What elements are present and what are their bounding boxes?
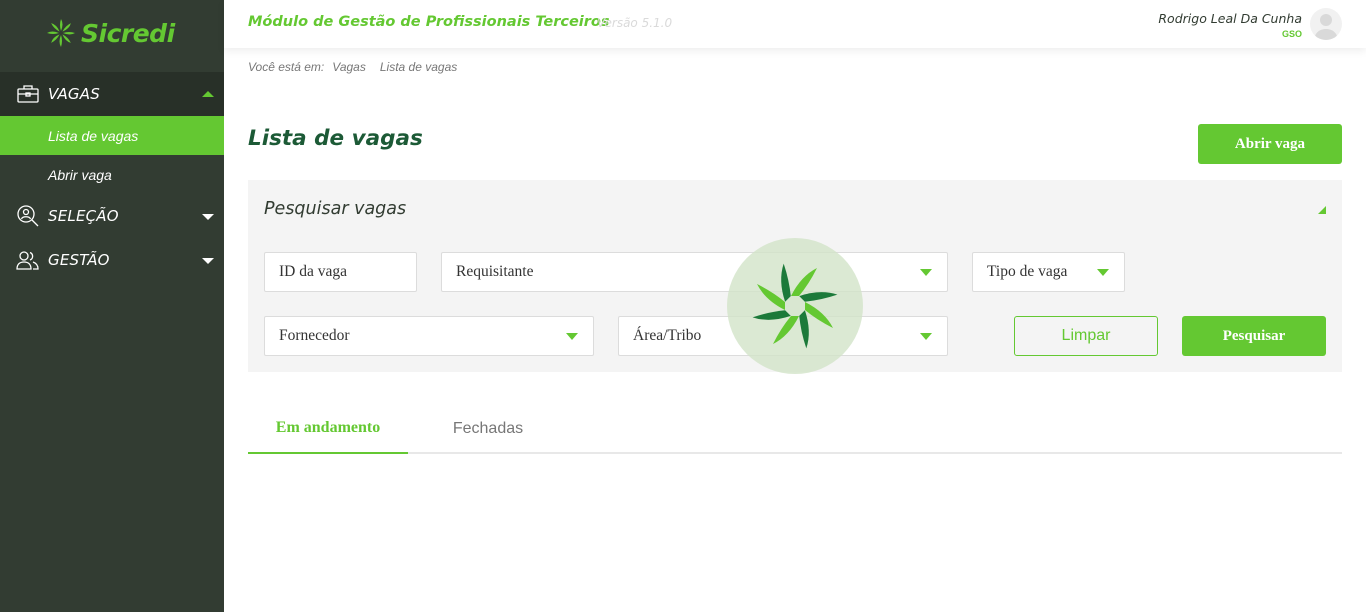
area-tribo-placeholder: Área/Tribo: [633, 327, 702, 344]
page-title: Lista de vagas: [248, 126, 423, 151]
requisitante-select[interactable]: Requisitante: [441, 252, 948, 292]
sidebar-section-selecao[interactable]: SELEÇÃO: [0, 194, 224, 238]
sidebar-item-label: Lista de vagas: [48, 127, 139, 144]
status-tabs: Em andamento Fechadas: [248, 404, 1342, 454]
chevron-down-icon: [202, 258, 214, 264]
fornecedor-placeholder: Fornecedor: [279, 327, 350, 344]
users-icon: [16, 251, 39, 270]
brand-logo[interactable]: Sicredi: [46, 18, 175, 48]
app-title: Módulo de Gestão de Profissionais Tercei…: [248, 14, 610, 30]
limpar-button[interactable]: Limpar: [1014, 316, 1158, 356]
collapse-toggle-icon[interactable]: [1318, 206, 1326, 214]
sidebar-section-label: VAGAS: [48, 85, 100, 103]
id-vaga-placeholder: ID da vaga: [279, 263, 347, 280]
tipo-vaga-select[interactable]: Tipo de vaga: [972, 252, 1125, 292]
search-panel-title: Pesquisar vagas: [264, 199, 407, 219]
sidebar-section-vagas[interactable]: VAGAS: [0, 72, 224, 116]
sidebar: Sicredi VAGAS Lista de vagas Abrir vaga …: [0, 0, 224, 612]
id-vaga-input[interactable]: ID da vaga: [264, 252, 417, 292]
brand-name: Sicredi: [81, 18, 175, 48]
tab-em-andamento[interactable]: Em andamento: [248, 404, 408, 454]
dropdown-arrow-icon: [920, 269, 932, 276]
tab-fechadas[interactable]: Fechadas: [408, 404, 568, 454]
breadcrumb-current: Lista de vagas: [379, 60, 458, 74]
breadcrumb-link-vagas[interactable]: Vagas: [332, 60, 366, 74]
chevron-up-icon: [202, 91, 214, 97]
chevron-down-icon: [202, 214, 214, 220]
sidebar-item-label: Abrir vaga: [48, 166, 112, 183]
sicredi-spinner-icon: [752, 263, 838, 349]
fornecedor-select[interactable]: Fornecedor: [264, 316, 594, 356]
pesquisar-button[interactable]: Pesquisar: [1182, 316, 1326, 356]
dropdown-arrow-icon: [1097, 269, 1109, 276]
tipo-vaga-placeholder: Tipo de vaga: [987, 263, 1068, 280]
user-avatar-icon: [1314, 14, 1338, 40]
abrir-vaga-button[interactable]: Abrir vaga: [1198, 124, 1342, 164]
dropdown-arrow-icon: [920, 333, 932, 340]
sidebar-item-lista-de-vagas[interactable]: Lista de vagas: [0, 116, 224, 155]
user-role: GSO: [1281, 29, 1302, 39]
avatar[interactable]: [1310, 8, 1342, 40]
magnifier-person-icon: [17, 205, 39, 227]
dropdown-arrow-icon: [566, 333, 578, 340]
breadcrumb: Você está em: Vagas Lista de vagas: [248, 60, 457, 74]
sidebar-section-gestao[interactable]: GESTÃO: [0, 238, 224, 282]
user-name[interactable]: Rodrigo Leal Da Cunha: [1158, 11, 1302, 26]
app-version: Versão 5.1.0: [597, 16, 673, 30]
sicredi-logo-icon: [47, 19, 75, 47]
sidebar-section-label: GESTÃO: [48, 251, 110, 269]
briefcase-icon: [17, 85, 39, 103]
breadcrumb-prefix: Você está em:: [248, 60, 325, 74]
loading-spinner: [727, 238, 863, 374]
top-header: Módulo de Gestão de Profissionais Tercei…: [224, 0, 1366, 48]
requisitante-placeholder: Requisitante: [456, 263, 534, 280]
sidebar-section-label: SELEÇÃO: [48, 207, 119, 225]
sidebar-item-abrir-vaga[interactable]: Abrir vaga: [0, 155, 224, 194]
